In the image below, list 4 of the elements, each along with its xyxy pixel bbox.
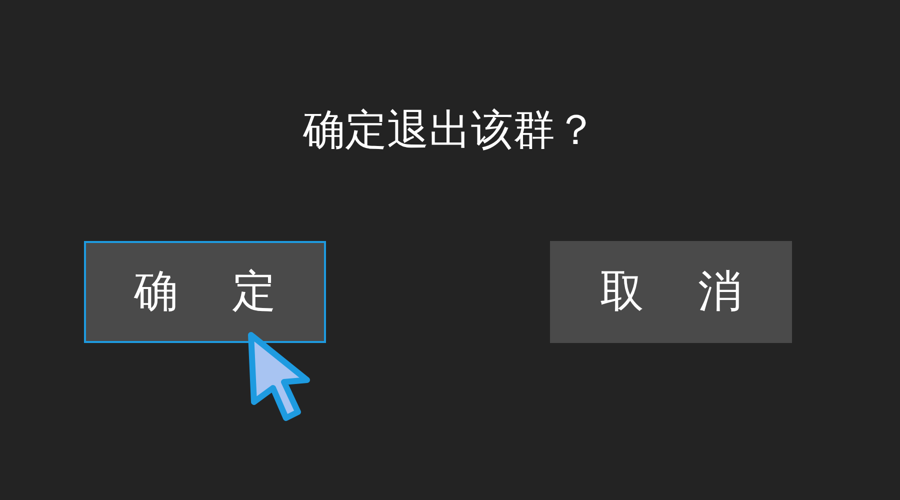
cursor-icon bbox=[246, 330, 312, 424]
dialog-title: 确定退出该群？ bbox=[303, 104, 597, 156]
cancel-button[interactable]: 取 消 bbox=[550, 241, 792, 343]
confirm-button[interactable]: 确 定 bbox=[84, 241, 326, 343]
